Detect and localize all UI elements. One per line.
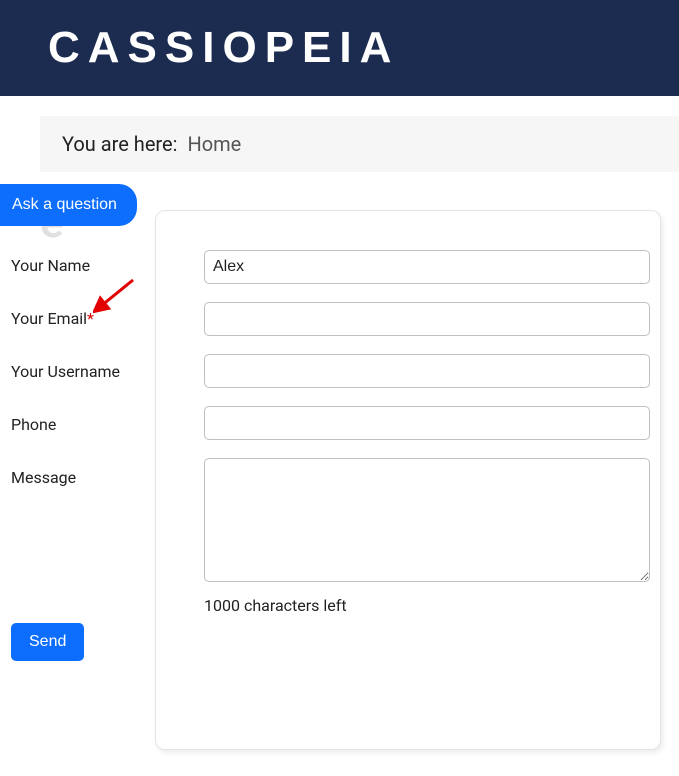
form-fields-column: 1000 characters left: [204, 250, 650, 615]
name-field[interactable]: [204, 250, 650, 284]
label-username: Your Username: [11, 362, 201, 381]
email-field[interactable]: [204, 302, 650, 336]
phone-field[interactable]: [204, 406, 650, 440]
label-name: Your Name: [11, 256, 201, 275]
breadcrumb-label: You are here:: [62, 132, 177, 156]
breadcrumb: You are here: Home: [40, 116, 679, 172]
required-asterisk: *: [87, 309, 94, 328]
brand-logo: CASSIOPEIA: [48, 23, 399, 73]
label-message: Message: [11, 468, 201, 487]
form-labels-column: Your Name Your Email* Your Username Phon…: [11, 256, 201, 521]
character-counter: 1000 characters left: [204, 596, 650, 615]
ask-question-button[interactable]: Ask a question: [0, 184, 137, 226]
username-field[interactable]: [204, 354, 650, 388]
label-phone: Phone: [11, 415, 201, 434]
label-email-text: Your Email: [11, 309, 87, 328]
label-email: Your Email*: [11, 309, 201, 328]
breadcrumb-home-link[interactable]: Home: [187, 132, 241, 156]
message-field[interactable]: [204, 458, 650, 582]
send-button[interactable]: Send: [11, 623, 84, 661]
site-header: CASSIOPEIA: [0, 0, 679, 96]
